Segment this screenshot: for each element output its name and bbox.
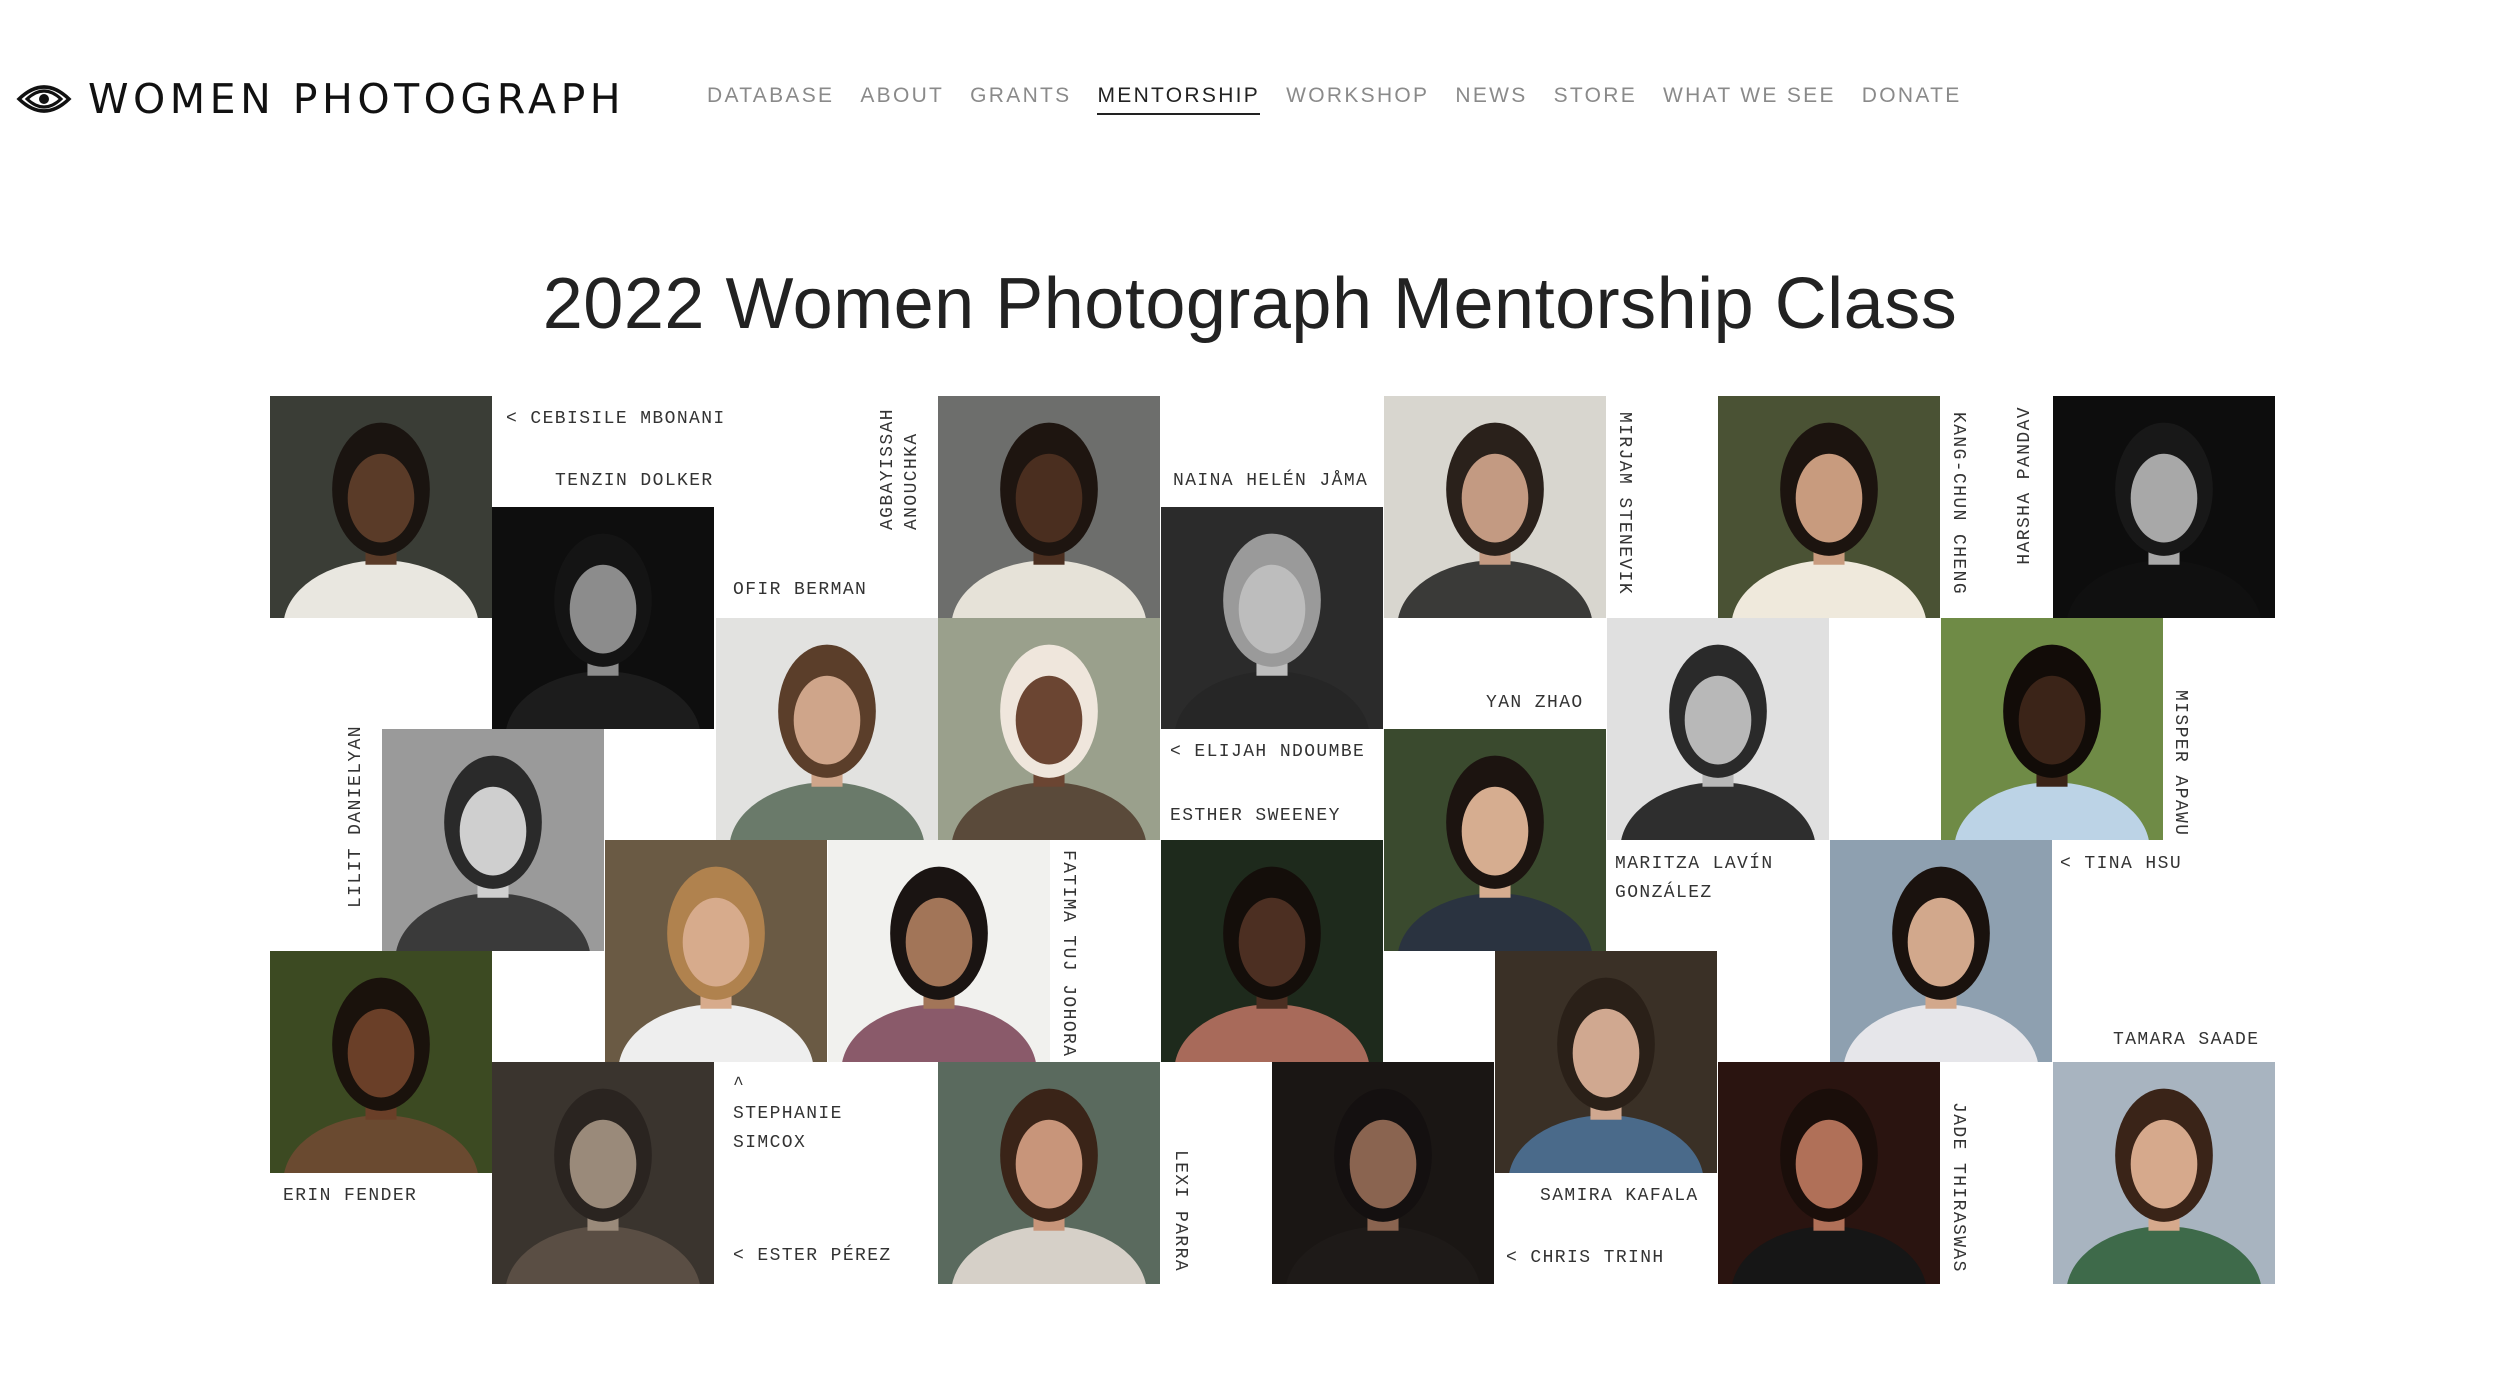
nav-about[interactable]: ABOUT <box>860 84 944 115</box>
portrait-tina-hsu[interactable] <box>1830 840 2052 1062</box>
portrait-chris-trinh[interactable] <box>1272 1062 1494 1284</box>
caption-misper-apawu: MISPER APAWU <box>2170 690 2190 837</box>
caption-naina-helen-jama: NAINA HELÉN JÅMA <box>1173 471 1369 491</box>
portrait-ester-perez-2[interactable] <box>492 1062 714 1284</box>
portrait-maritza-lavin-gonzalez[interactable] <box>1384 729 1606 951</box>
nav-workshop[interactable]: WORKSHOP <box>1286 84 1429 115</box>
portrait-photo <box>1161 840 1383 1062</box>
portrait-photo <box>1718 396 1940 618</box>
portrait-photo <box>1495 951 1717 1173</box>
caption-yan-zhao: YAN ZHAO <box>1486 693 1584 713</box>
caption-harsha-pandav: HARSHA PANDAV <box>2015 406 2035 565</box>
portrait-photo <box>1272 1062 1494 1284</box>
portrait-photo <box>1607 618 1829 840</box>
caption-tina-hsu: < TINA HSU <box>2060 854 2183 874</box>
portrait-photo <box>1161 507 1383 729</box>
portrait-tamara-saade[interactable] <box>2053 1062 2275 1284</box>
caption-mirjam-stenevik: MIRJAM STENEVIK <box>1614 412 1634 596</box>
portrait-photo <box>270 951 492 1173</box>
portrait-photo <box>492 507 714 729</box>
nav-database[interactable]: DATABASE <box>707 84 834 115</box>
portrait-photo <box>270 396 492 618</box>
portrait-kang-chun-cheng[interactable] <box>1718 396 1940 618</box>
portrait-photo <box>1941 618 2163 840</box>
caption-lexi-parra: LEXI PARRA <box>1170 1150 1190 1273</box>
portrait-jade-thiraswas[interactable] <box>1718 1062 1940 1284</box>
caption-tamara-saade: TAMARA SAADE <box>2113 1030 2260 1050</box>
portrait-photo <box>2053 396 2275 618</box>
portrait-ester-perez[interactable] <box>938 1062 1160 1284</box>
nav-grants[interactable]: GRANTS <box>970 84 1071 115</box>
site-header: WOMEN PHOTOGRAPH DATABASE ABOUT GRANTS M… <box>0 0 2500 200</box>
caption-ofir-berman: OFIR BERMAN <box>733 580 868 600</box>
nav-donate[interactable]: DONATE <box>1862 84 1962 115</box>
portrait-misper-apawu[interactable] <box>1941 618 2163 840</box>
portrait-fatima-tuj-johora[interactable] <box>828 840 1050 1062</box>
caption-anouchka-agbayissah: AGBAYISSAH ANOUCHKA <box>878 408 922 531</box>
portrait-photo <box>1718 1062 1940 1284</box>
caption-ester-perez: < ESTER PÉREZ <box>733 1246 892 1266</box>
mentorship-class-grid: < CEBISILE MBONANI TENZIN DOLKER OFIR BE… <box>0 0 2500 1398</box>
site-logo[interactable]: WOMEN PHOTOGRAPH <box>16 72 625 126</box>
caption-chris-trinh: < CHRIS TRINH <box>1506 1248 1665 1268</box>
caption-stephanie-simcox: ^ STEPHANIE SIMCOX <box>733 1075 843 1153</box>
portrait-photo <box>716 618 938 840</box>
portrait-samira-kafala[interactable] <box>1495 951 1717 1173</box>
portrait-photo <box>492 1062 714 1284</box>
caption-maritza-lavin-gonzalez: MARITZA LAVÍN GONZÁLEZ <box>1615 854 1774 903</box>
caption-tenzin-dolker: TENZIN DOLKER <box>555 471 714 491</box>
portrait-photo <box>938 618 1160 840</box>
caption-elijah-ndoumbe: < ELIJAH NDOUMBE <box>1170 742 1366 762</box>
portrait-photo <box>605 840 827 1062</box>
portrait-ofir-berman[interactable] <box>716 618 938 840</box>
portrait-esther-sweeney[interactable] <box>1161 840 1383 1062</box>
nav-news[interactable]: NEWS <box>1455 84 1527 115</box>
portrait-photo <box>2053 1062 2275 1284</box>
caption-esther-sweeney: ESTHER SWEENEY <box>1170 806 1341 826</box>
portrait-photo <box>828 840 1050 1062</box>
portrait-naina-helen-jama[interactable] <box>1161 507 1383 729</box>
caption-erin-fender: ERIN FENDER <box>283 1186 418 1206</box>
portrait-tenzin-dolker[interactable] <box>492 507 714 729</box>
portrait-photo <box>938 396 1160 618</box>
brand-name: WOMEN PHOTOGRAPH <box>88 75 626 123</box>
portrait-photo <box>1384 729 1606 951</box>
portrait-photo <box>1830 840 2052 1062</box>
caption-cebisile-mbonani: < CEBISILE MBONANI <box>506 409 726 429</box>
portrait-lilit-danielyan[interactable] <box>382 729 604 951</box>
caption-lilit-danielyan: LILIT DANIELYAN <box>346 725 366 909</box>
portrait-cebisile-mbonani[interactable] <box>270 396 492 618</box>
caption-kang-chun-cheng: KANG-CHUN CHENG <box>1948 412 1968 596</box>
nav-mentorship[interactable]: MENTORSHIP <box>1097 84 1261 115</box>
main-nav: DATABASE ABOUT GRANTS MENTORSHIP WORKSHO… <box>707 84 1962 115</box>
caption-fatima-tuj-johora: FATIMA TUJ JOHORA <box>1058 850 1078 1058</box>
nav-store[interactable]: STORE <box>1554 84 1637 115</box>
caption-samira-kafala: SAMIRA KAFALA <box>1540 1186 1699 1206</box>
portrait-photo <box>1384 396 1606 618</box>
portrait-photo <box>938 1062 1160 1284</box>
nav-what-we-see[interactable]: WHAT WE SEE <box>1663 84 1836 115</box>
page-title: 2022 Women Photograph Mentorship Class <box>542 264 1958 344</box>
portrait-yan-zhao[interactable] <box>1607 618 1829 840</box>
eye-logo-icon <box>16 85 72 113</box>
caption-jade-thiraswas: JADE THIRASWAS <box>1948 1102 1968 1273</box>
portrait-stephanie-simcox[interactable] <box>605 840 827 1062</box>
portrait-anouchka-agbayissah[interactable] <box>938 396 1160 618</box>
portrait-harsha-pandav[interactable] <box>2053 396 2275 618</box>
portrait-mirjam-stenevik[interactable] <box>1384 396 1606 618</box>
portrait-erin-fender[interactable] <box>270 951 492 1173</box>
portrait-elijah-ndoumbe[interactable] <box>938 618 1160 840</box>
portrait-photo <box>382 729 604 951</box>
